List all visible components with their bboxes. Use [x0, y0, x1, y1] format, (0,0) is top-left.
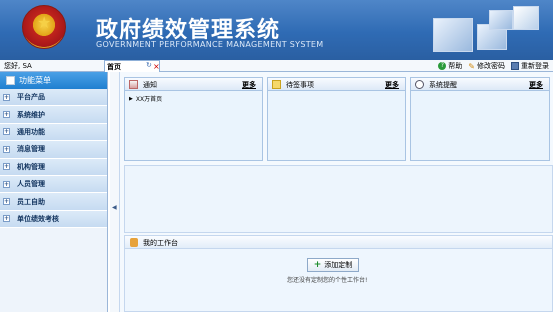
notice-item-text: XX万首页 [135, 96, 163, 103]
main-content: 通知 更多 ▶ XX万首页 待签事项 更多 系统提醒 更多 我的工作台 + 添加… [120, 72, 553, 312]
expand-icon: + [3, 163, 10, 171]
star-icon: ★ [37, 13, 52, 32]
sidebar-item-message-management[interactable]: + 消息管理 [0, 141, 107, 159]
relogin-label: 重新登录 [521, 62, 549, 70]
sidebar-item-common-functions[interactable]: + 通用功能 [0, 123, 107, 142]
notice-panel-header: 通知 更多 [125, 78, 262, 91]
sidebar-item-label: 消息管理 [17, 145, 45, 154]
header-banner: ★ 政府绩效管理系统 GOVERNMENT PERFORMANCE MANAGE… [0, 0, 553, 60]
clock-icon [415, 80, 424, 89]
sidebar-header: 功能菜单 [0, 72, 107, 89]
expand-icon: + [3, 180, 10, 188]
plus-icon: + [313, 259, 322, 270]
arrow-icon: ▶ [129, 95, 133, 102]
pencil-icon: ✎ [468, 61, 475, 71]
workspace-icon [130, 238, 138, 247]
help-link[interactable]: ? 帮助 [438, 61, 462, 71]
system-subtitle: GOVERNMENT PERFORMANCE MANAGEMENT SYSTEM [96, 40, 324, 49]
todo-title: 待签事项 [286, 81, 314, 89]
chevron-left-icon[interactable]: ◀ [112, 204, 117, 211]
tab-home-label: 首页 [107, 63, 121, 71]
expand-icon: + [3, 215, 10, 223]
notice-icon [129, 80, 138, 89]
relogin-link[interactable]: 重新登录 [511, 61, 549, 71]
todo-panel: 待签事项 更多 [267, 77, 406, 161]
todo-panel-header: 待签事项 更多 [268, 78, 405, 91]
sidebar-item-label: 机构管理 [17, 162, 45, 171]
app-window: ★ 政府绩效管理系统 GOVERNMENT PERFORMANCE MANAGE… [0, 0, 553, 312]
sidebar: 功能菜单 + 平台产品 + 系统维护 + 通用功能 + 消息管理 + 机构管理 + 人员管理… [0, 72, 108, 312]
todo-icon [272, 80, 281, 89]
sidebar-item-system-maintenance[interactable]: + 系统维护 [0, 106, 107, 124]
sidebar-item-organization-management[interactable]: + 机构管理 [0, 158, 107, 176]
relogin-icon [511, 62, 519, 70]
todo-more-link[interactable]: 更多 [385, 80, 399, 90]
notice-item[interactable]: ▶ XX万首页 [129, 94, 163, 104]
change-password-label: 修改密码 [477, 62, 505, 70]
sidebar-item-label: 平台产品 [17, 93, 45, 102]
add-customization-label: 添加定制 [324, 261, 353, 269]
help-label: 帮助 [448, 62, 463, 70]
national-emblem-logo: ★ [22, 5, 66, 49]
sidebar-item-unit-performance[interactable]: + 单位绩效考核 [0, 210, 107, 229]
expand-icon: + [3, 145, 10, 153]
blank-panel [124, 165, 553, 233]
tab-home[interactable]: 首页 ↻ × [104, 60, 160, 72]
sidebar-title: 功能菜单 [19, 76, 51, 85]
menu-icon [6, 76, 15, 85]
sidebar-collapse-bar[interactable]: ◀ [110, 72, 120, 312]
workspace-header: 我的工作台 [125, 236, 552, 249]
decorative-screens-graphic [433, 4, 543, 56]
sidebar-item-platform-products[interactable]: + 平台产品 [0, 89, 107, 107]
workspace-title: 我的工作台 [143, 239, 178, 247]
sidebar-item-label: 人员管理 [17, 180, 45, 189]
expand-icon: + [3, 198, 10, 206]
reminder-more-link[interactable]: 更多 [529, 80, 543, 90]
expand-icon: + [3, 128, 10, 136]
close-icon[interactable]: × [153, 61, 160, 72]
sidebar-item-personnel-management[interactable]: + 人员管理 [0, 175, 107, 194]
workspace-empty-text: 您还没有定制您的个性工作台! [287, 277, 368, 284]
notice-title: 通知 [143, 81, 157, 89]
notice-panel: 通知 更多 ▶ XX万首页 [124, 77, 263, 161]
notice-more-link[interactable]: 更多 [242, 80, 256, 90]
sidebar-item-employee-self-service[interactable]: + 员工自助 [0, 193, 107, 211]
top-links: ? 帮助 ✎ 修改密码 重新登录 [438, 60, 549, 72]
sidebar-item-label: 系统维护 [17, 110, 45, 119]
reminder-title: 系统提醒 [429, 81, 457, 89]
refresh-icon[interactable]: ↻ [146, 61, 152, 69]
sidebar-item-label: 单位绩效考核 [17, 214, 59, 223]
expand-icon: + [3, 93, 10, 101]
workspace-panel: 我的工作台 + 添加定制 您还没有定制您的个性工作台! [124, 235, 553, 312]
sidebar-item-label: 员工自助 [17, 197, 45, 206]
reminder-panel-header: 系统提醒 更多 [411, 78, 549, 91]
add-customization-button[interactable]: + 添加定制 [307, 258, 359, 272]
expand-icon: + [3, 111, 10, 119]
user-greeting: 您好, SA [4, 62, 32, 70]
sidebar-item-label: 通用功能 [17, 127, 45, 136]
reminder-panel: 系统提醒 更多 [410, 77, 550, 161]
change-password-link[interactable]: ✎ 修改密码 [468, 61, 505, 71]
help-icon: ? [438, 62, 447, 70]
